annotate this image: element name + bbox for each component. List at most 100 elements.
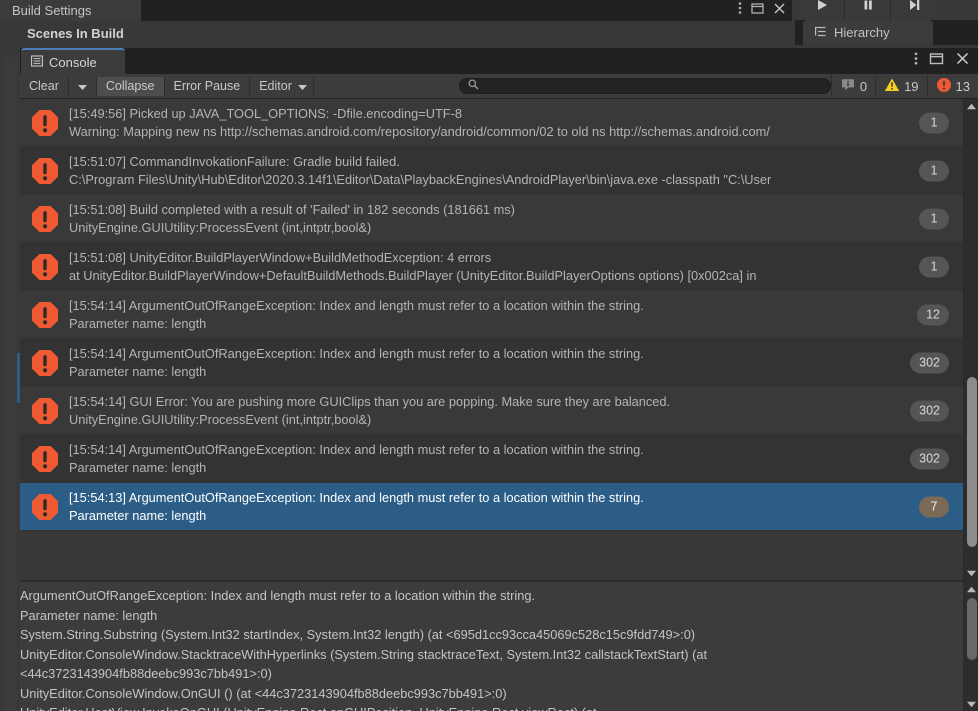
tab-build-settings[interactable]: Build Settings: [0, 0, 141, 21]
error-pause-button-label: Error Pause: [173, 79, 241, 93]
log-row-text: [15:54:14] ArgumentOutOfRangeException: …: [69, 345, 963, 380]
stack-trace-line: UnityEditor.ConsoleWindow.OnGUI () (at <…: [20, 685, 507, 701]
console-log-list[interactable]: [15:49:56] Picked up JAVA_TOOL_OPTIONS: …: [20, 99, 978, 580]
collapse-button-label: Collapse: [105, 79, 155, 93]
log-row-line1: [15:51:08] UnityEditor.BuildPlayerWindow…: [69, 250, 492, 265]
tab-console-label: Console: [49, 54, 97, 70]
error-icon: [30, 492, 60, 522]
play-controls-toolbar: [799, 0, 939, 20]
log-row-line1: [15:51:07] CommandInvokationFailure: Gra…: [69, 154, 400, 169]
log-row-count-badge: 302: [910, 400, 949, 421]
log-row-text: [15:54:14] ArgumentOutOfRangeException: …: [69, 441, 963, 476]
stack-trace-line: ArgumentOutOfRangeException: Index and l…: [20, 588, 536, 603]
stack-trace-line: UnityEditor.HostView.InvokeOnGUI (UnityE…: [20, 703, 960, 711]
detail-pane-scrollbar-thumb[interactable]: [967, 598, 977, 660]
scenes-in-build-heading: Scenes In Build: [27, 26, 124, 41]
log-row-line2: Parameter name: length: [69, 508, 207, 523]
log-row-line2: UnityEngine.GUIUtility:ProcessEvent (int…: [69, 220, 372, 235]
build-settings-tabstrip: Build Settings: [0, 0, 792, 21]
log-row-text: [15:54:13] ArgumentOutOfRangeException: …: [69, 489, 963, 524]
info-count: 0: [859, 78, 868, 94]
info-counter[interactable]: 0: [830, 73, 875, 99]
log-row-line1: [15:54:13] ArgumentOutOfRangeException: …: [69, 490, 644, 505]
log-row[interactable]: [15:54:14] ArgumentOutOfRangeException: …: [20, 435, 963, 483]
warning-icon: [884, 77, 900, 96]
stack-trace-line: UnityEditor.ConsoleWindow.StacktraceWith…: [20, 646, 708, 662]
console-icon: [31, 54, 43, 70]
log-row[interactable]: [15:54:14] ArgumentOutOfRangeException: …: [20, 291, 963, 339]
tab-build-settings-label: Build Settings: [12, 3, 92, 18]
log-row[interactable]: [15:51:08] Build completed with a result…: [20, 195, 963, 243]
clear-dropdown-button[interactable]: [68, 76, 97, 96]
error-icon: [30, 252, 60, 282]
log-row-line1: [15:51:08] Build completed with a result…: [69, 202, 515, 217]
log-row[interactable]: [15:54:14] GUI Error: You are pushing mo…: [20, 387, 963, 435]
log-row-count-badge: 302: [910, 352, 949, 373]
log-row-line1: [15:54:14] ArgumentOutOfRangeException: …: [69, 298, 644, 313]
scroll-down-icon[interactable]: [964, 566, 978, 580]
kebab-menu-icon[interactable]: [914, 51, 918, 71]
play-button[interactable]: [799, 0, 845, 20]
log-row[interactable]: [15:51:07] CommandInvokationFailure: Gra…: [20, 147, 963, 195]
log-list-scrollbar-thumb[interactable]: [967, 377, 977, 547]
error-icon: [30, 396, 60, 426]
maximize-icon[interactable]: [929, 51, 944, 71]
log-row-line2: C:\Program Files\Unity\Hub\Editor\2020.3…: [69, 172, 772, 187]
error-icon: [30, 108, 60, 138]
log-row-line2: Warning: Mapping new ns http://schemas.a…: [69, 124, 770, 139]
step-button[interactable]: [891, 0, 937, 20]
chevron-down-icon: [297, 79, 307, 93]
detail-scroll-up-icon[interactable]: [964, 582, 978, 596]
log-row-line1: [15:54:14] GUI Error: You are pushing mo…: [69, 394, 671, 409]
tab-console[interactable]: Console: [21, 48, 125, 74]
stack-trace-line: Parameter name: length: [20, 607, 158, 623]
log-row-line1: [15:54:14] ArgumentOutOfRangeException: …: [69, 346, 644, 361]
kebab-menu-icon[interactable]: [738, 1, 742, 20]
error-counter[interactable]: 13: [926, 73, 978, 99]
log-row-text: [15:54:14] ArgumentOutOfRangeException: …: [69, 297, 963, 332]
log-row-text: [15:51:08] UnityEditor.BuildPlayerWindow…: [69, 249, 963, 284]
log-row-count-badge: 1: [919, 256, 949, 277]
error-count: 13: [955, 78, 970, 94]
error-icon: [30, 204, 60, 234]
scroll-up-icon[interactable]: [964, 99, 978, 113]
tab-hierarchy[interactable]: Hierarchy: [803, 20, 933, 45]
log-row-text: [15:51:08] Build completed with a result…: [69, 201, 963, 236]
error-icon: [936, 77, 952, 96]
maximize-icon[interactable]: [751, 2, 764, 20]
log-row-line2: UnityEngine.GUIUtility:ProcessEvent (int…: [69, 412, 372, 427]
hierarchy-icon: [814, 25, 827, 41]
editor-dropdown-label: Editor: [259, 79, 292, 93]
log-row-count-badge: 12: [917, 304, 949, 325]
search-input[interactable]: [458, 78, 831, 94]
log-list-scrollbar[interactable]: [963, 99, 978, 580]
log-row-line2: Parameter name: length: [69, 316, 207, 331]
unity-editor-screen: Build Settings Scenes In Build Hierarchy…: [0, 0, 978, 711]
console-detail-pane[interactable]: ArgumentOutOfRangeException: Index and l…: [20, 582, 978, 711]
stack-trace-line: <44c3723143904fb88deebc993c7bb491>:0): [20, 666, 272, 681]
log-row-line1: [15:54:14] ArgumentOutOfRangeException: …: [69, 442, 644, 457]
collapse-button[interactable]: Collapse: [96, 76, 165, 96]
log-row-line2: Parameter name: length: [69, 460, 207, 475]
console-window-buttons: [914, 48, 970, 74]
info-icon: [840, 77, 856, 96]
clear-button[interactable]: Clear: [20, 76, 69, 96]
log-row-line2: Parameter name: length: [69, 364, 207, 379]
error-pause-button[interactable]: Error Pause: [164, 76, 251, 96]
log-row[interactable]: [15:54:14] ArgumentOutOfRangeException: …: [20, 339, 963, 387]
close-icon[interactable]: [955, 51, 970, 71]
log-row[interactable]: [15:51:08] UnityEditor.BuildPlayerWindow…: [20, 243, 963, 291]
stack-trace-text: ArgumentOutOfRangeException: Index and l…: [20, 586, 960, 711]
log-row[interactable]: [15:54:13] ArgumentOutOfRangeException: …: [20, 483, 963, 531]
log-row-count-badge: 1: [919, 208, 949, 229]
warning-counter[interactable]: 19: [875, 73, 926, 99]
detail-scroll-down-icon[interactable]: [964, 697, 978, 711]
pause-button[interactable]: [845, 0, 891, 20]
chevron-down-icon: [77, 79, 87, 93]
error-icon: [30, 300, 60, 330]
editor-dropdown-button[interactable]: Editor: [250, 76, 314, 96]
detail-pane-scrollbar[interactable]: [963, 582, 978, 711]
log-row-text: [15:49:56] Picked up JAVA_TOOL_OPTIONS: …: [69, 105, 963, 140]
close-icon[interactable]: [773, 2, 786, 20]
log-row[interactable]: [15:49:56] Picked up JAVA_TOOL_OPTIONS: …: [20, 99, 963, 147]
